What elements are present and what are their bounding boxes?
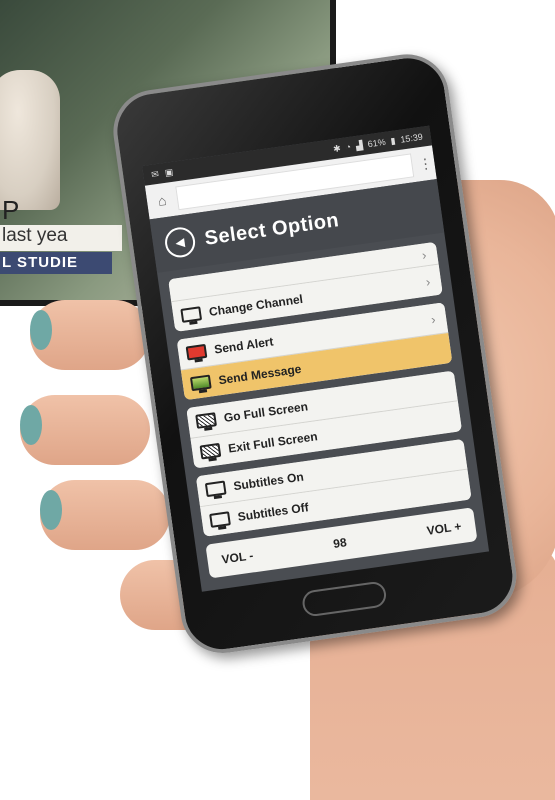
page-title: Select Option: [203, 208, 341, 250]
chevron-right-icon: ›: [420, 246, 428, 263]
monitor-icon: [209, 511, 231, 528]
volume-down-button[interactable]: VOL -: [221, 548, 254, 566]
tv-lower-third: L STUDIE: [0, 252, 112, 274]
fingernail: [40, 490, 62, 530]
battery-percent: 61%: [367, 136, 387, 150]
fingernail: [20, 405, 42, 445]
volume-up-button[interactable]: VOL +: [426, 519, 462, 538]
fullscreen-icon: [195, 412, 217, 429]
gallery-icon: ▣: [164, 166, 174, 178]
home-icon[interactable]: ⌂: [152, 191, 172, 209]
bluetooth-icon: ✱: [332, 142, 342, 154]
volume-value: 98: [332, 535, 348, 551]
monitor-red-icon: [185, 343, 208, 361]
chevron-right-icon: ›: [429, 311, 437, 327]
overflow-menu-icon[interactable]: ⋮: [417, 154, 433, 173]
fingernail: [30, 310, 52, 350]
tv-letter: P: [2, 195, 20, 225]
phone-home-button[interactable]: [300, 580, 388, 618]
phone-screen: ✉ ▣ ✱ ◔ ▟ 61% ▮ 15:39 ⌂ ⋮ ◀ Select Optio…: [142, 125, 490, 592]
mail-icon: ✉: [150, 168, 160, 180]
tv-caption: last yea: [0, 225, 122, 251]
signal-icon: ▟: [355, 139, 364, 151]
back-arrow-icon[interactable]: ◀: [163, 225, 198, 260]
battery-icon: ▮: [389, 134, 397, 146]
monitor-icon: [180, 306, 203, 323]
monitor-icon: [204, 480, 227, 498]
chevron-right-icon: ›: [424, 273, 432, 290]
wifi-icon: ◔: [344, 141, 352, 153]
clock: 15:39: [399, 131, 424, 145]
tv-presenter-image: [0, 70, 60, 210]
monitor-green-icon: [189, 374, 212, 392]
exit-fullscreen-icon: [199, 442, 222, 460]
